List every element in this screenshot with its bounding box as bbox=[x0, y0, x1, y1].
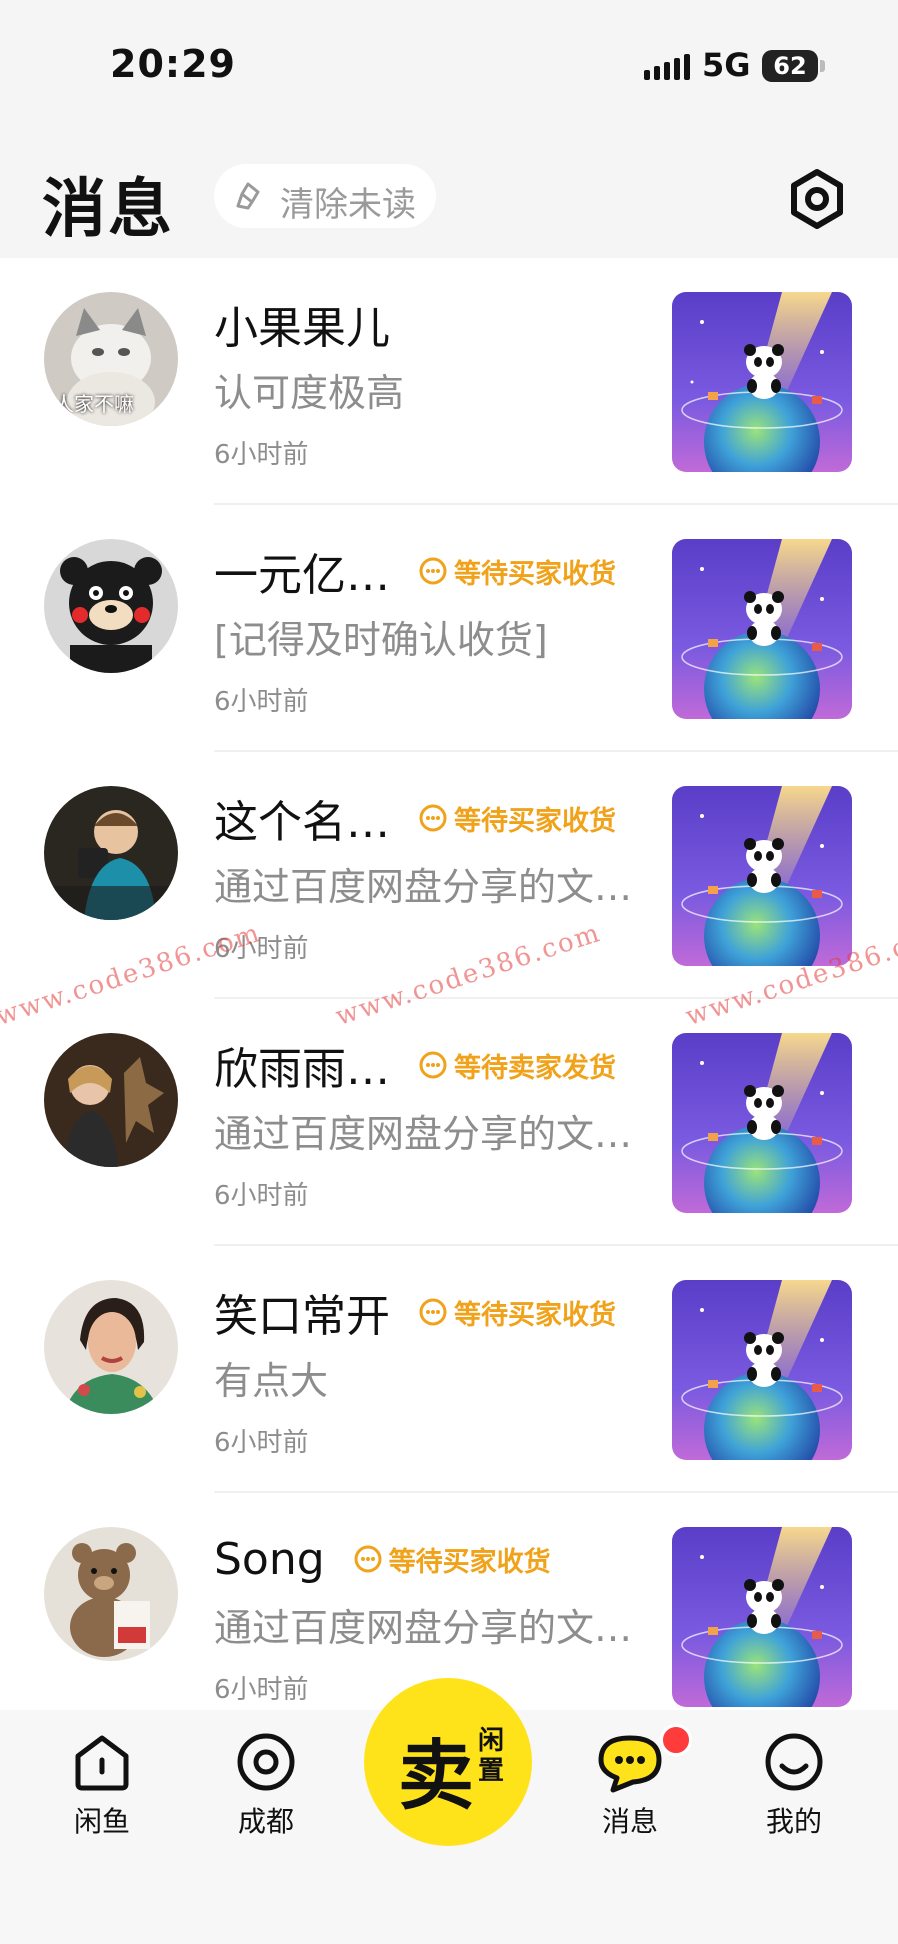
location-icon bbox=[237, 1733, 295, 1791]
message-time: 6小时前 bbox=[214, 934, 309, 964]
order-status-text: 等待买家收货 bbox=[454, 805, 616, 837]
avatar[interactable] bbox=[44, 1280, 178, 1414]
product-thumbnail[interactable] bbox=[672, 1033, 852, 1213]
tab-home[interactable]: 闲鱼 bbox=[32, 1730, 172, 1840]
bottom-tab-bar: 闲鱼 成都 卖 闲置 消息 我的 bbox=[0, 1678, 898, 1944]
message-time: 6小时前 bbox=[214, 1428, 309, 1458]
tab-city[interactable]: 成都 bbox=[196, 1730, 336, 1840]
order-status-text: 等待买家收货 bbox=[388, 1546, 551, 1578]
message-time: 6小时前 bbox=[214, 1675, 309, 1705]
signal-icon bbox=[644, 54, 690, 80]
chat-dots-icon bbox=[419, 804, 447, 832]
order-status-badge: 等待卖家发货 bbox=[418, 1046, 616, 1085]
order-status-text: 等待卖家发货 bbox=[454, 1052, 616, 1084]
clock: 20:29 bbox=[110, 42, 236, 86]
page-header: 消息 清除未读 bbox=[0, 130, 898, 258]
message-time: 6小时前 bbox=[214, 1181, 309, 1211]
chat-dots-icon bbox=[419, 1298, 447, 1326]
tab-label: 成都 bbox=[237, 1805, 294, 1838]
last-message: 通过百度网盘分享的文… bbox=[214, 1112, 633, 1156]
conversation-row[interactable]: 笑口常开 等待买家收货 有点大 6小时前 bbox=[0, 1246, 898, 1493]
contact-name: 小果果儿 bbox=[214, 303, 390, 354]
broom-icon bbox=[236, 182, 260, 210]
avatar[interactable] bbox=[44, 786, 178, 920]
last-message: 通过百度网盘分享的文… bbox=[214, 1606, 633, 1650]
sell-main-label: 卖 bbox=[398, 1731, 474, 1820]
contact-name: 一元亿… bbox=[214, 550, 390, 601]
conversation-row[interactable]: 一元亿… 等待买家收货 [记得及时确认收货] 6小时前 bbox=[0, 505, 898, 752]
avatar[interactable] bbox=[44, 1527, 178, 1661]
status-bar: 20:29 5G 62 bbox=[0, 0, 898, 130]
chat-dots-icon bbox=[354, 1545, 382, 1573]
product-thumbnail[interactable] bbox=[672, 539, 852, 719]
chat-dots-icon bbox=[419, 557, 447, 585]
contact-name: 欣雨雨… bbox=[214, 1044, 390, 1095]
avatar[interactable] bbox=[44, 539, 178, 673]
battery-tip bbox=[820, 60, 825, 72]
sell-button[interactable]: 卖 闲置 bbox=[364, 1678, 532, 1846]
last-message: 通过百度网盘分享的文… bbox=[214, 865, 633, 909]
message-time: 6小时前 bbox=[214, 687, 309, 717]
message-time: 6小时前 bbox=[214, 440, 309, 470]
message-bubble-icon bbox=[598, 1735, 662, 1793]
tab-mine[interactable]: 我的 bbox=[724, 1730, 864, 1840]
clear-unread-label: 清除未读 bbox=[280, 185, 416, 225]
order-status-badge: 等待买家收货 bbox=[418, 799, 616, 838]
product-thumbnail[interactable] bbox=[672, 1527, 852, 1707]
notification-dot bbox=[660, 1724, 692, 1756]
sell-sub-label: 闲置 bbox=[478, 1726, 505, 1786]
order-status-text: 等待买家收货 bbox=[454, 558, 616, 590]
settings-icon[interactable] bbox=[786, 168, 848, 230]
product-thumbnail[interactable] bbox=[672, 786, 852, 966]
network-type: 5G bbox=[702, 46, 751, 84]
conversation-row[interactable]: 人家不嘛 小果果儿 认可度极高 6小时前 bbox=[0, 258, 898, 505]
clear-unread-button[interactable]: 清除未读 bbox=[214, 164, 436, 228]
tab-label: 消息 bbox=[601, 1805, 658, 1838]
last-message: 认可度极高 bbox=[214, 371, 405, 415]
tab-label: 我的 bbox=[765, 1805, 822, 1838]
battery-icon: 62 bbox=[762, 50, 818, 82]
last-message: 有点大 bbox=[214, 1359, 329, 1403]
product-thumbnail[interactable] bbox=[672, 1280, 852, 1460]
contact-name: 笑口常开 bbox=[214, 1291, 390, 1342]
battery-level: 62 bbox=[773, 52, 807, 80]
home-icon bbox=[75, 1735, 129, 1791]
conversation-row[interactable]: 这个名… 等待买家收货 通过百度网盘分享的文… 6小时前 bbox=[0, 752, 898, 999]
avatar[interactable]: 人家不嘛 bbox=[44, 292, 178, 426]
order-status-badge: 等待买家收货 bbox=[418, 552, 616, 591]
page-title: 消息 bbox=[42, 173, 174, 247]
tab-label: 闲鱼 bbox=[73, 1805, 130, 1838]
contact-name: Song bbox=[214, 1533, 325, 1585]
chat-dots-icon bbox=[419, 1051, 447, 1079]
order-status-badge: 等待买家收货 bbox=[353, 1540, 551, 1579]
contact-name: 这个名… bbox=[214, 797, 390, 848]
last-message: [记得及时确认收货] bbox=[214, 618, 548, 662]
avatar-caption: 人家不嘛 bbox=[54, 392, 134, 416]
product-thumbnail[interactable] bbox=[672, 292, 852, 472]
order-status-text: 等待买家收货 bbox=[454, 1299, 616, 1331]
profile-icon bbox=[765, 1733, 823, 1791]
avatar[interactable] bbox=[44, 1033, 178, 1167]
order-status-badge: 等待买家收货 bbox=[418, 1293, 616, 1332]
conversation-row[interactable]: 欣雨雨… 等待卖家发货 通过百度网盘分享的文… 6小时前 bbox=[0, 999, 898, 1246]
